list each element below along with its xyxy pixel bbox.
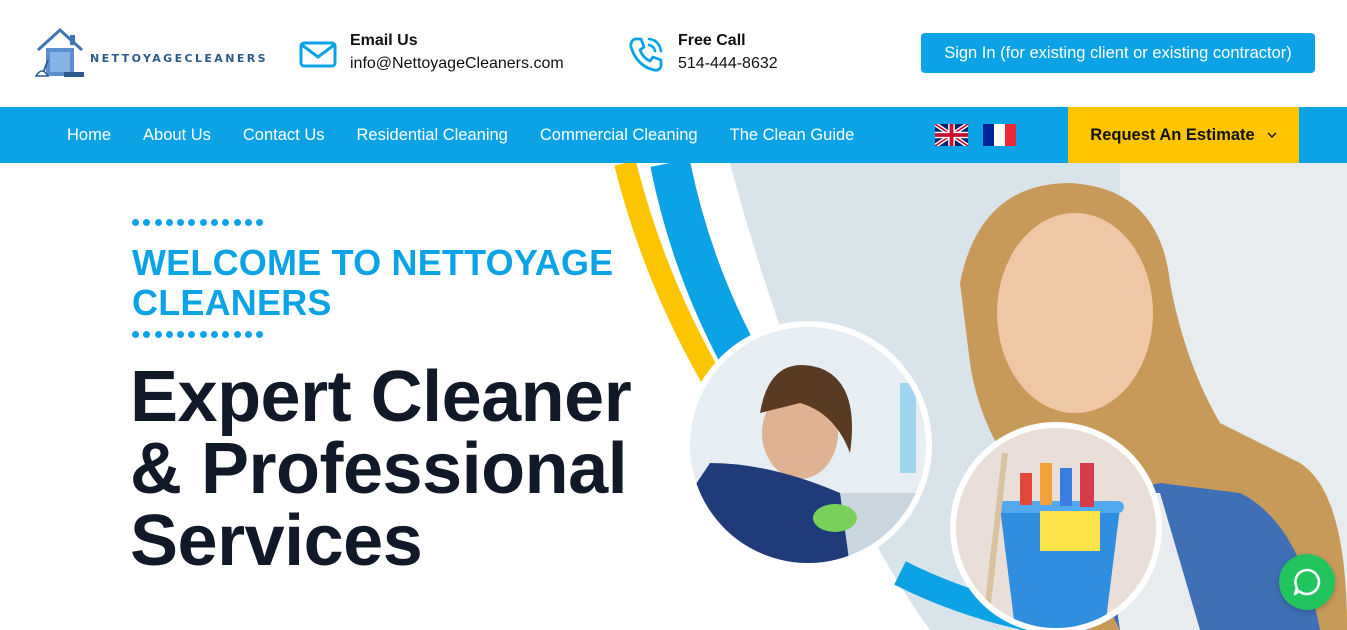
site-logo[interactable]: NETTOYAGECLEANERS [34, 25, 266, 81]
nav-item-clean-guide[interactable]: The Clean Guide [730, 126, 855, 145]
call-title: Free Call [678, 32, 746, 49]
whatsapp-chat-button[interactable] [1279, 554, 1335, 610]
hero-headline: Expert Cleaner & Professional Services [130, 357, 632, 581]
english-flag-icon[interactable] [935, 124, 968, 146]
logo-text: NETTOYAGECLEANERS [90, 51, 268, 65]
whatsapp-icon [1293, 568, 1321, 596]
french-flag-icon[interactable] [983, 124, 1016, 146]
nav-item-contact-us[interactable]: Contact Us [243, 126, 325, 145]
email-address[interactable]: info@NettoyageCleaners.com [350, 52, 564, 76]
nav-item-about-us[interactable]: About Us [143, 126, 211, 145]
nav-item-home[interactable]: Home [67, 126, 111, 145]
request-estimate-button[interactable]: Request An Estimate [1068, 107, 1299, 163]
request-estimate-label: Request An Estimate [1090, 125, 1255, 144]
contact-email[interactable]: Email Us info@NettoyageCleaners.com [298, 30, 564, 76]
hero-illustration [614, 163, 1347, 630]
phone-icon [629, 37, 663, 72]
decorative-dots [132, 219, 268, 226]
nav-menu: Home About Us Contact Us Residential Cle… [67, 107, 886, 163]
phone-number[interactable]: 514-444-8632 [678, 52, 778, 76]
nav-item-residential-cleaning[interactable]: Residential Cleaning [357, 126, 508, 145]
contact-call[interactable]: Free Call 514-444-8632 [626, 30, 778, 76]
envelope-icon [299, 41, 337, 68]
chevron-down-icon [1267, 132, 1277, 138]
hero-section: WELCOME TO NETTOYAGE CLEANERS Expert Cle… [0, 163, 1347, 630]
hero-welcome-heading: WELCOME TO NETTOYAGE CLEANERS [132, 242, 614, 323]
house-broom-logo-icon [34, 27, 84, 77]
email-title: Email Us [350, 32, 418, 49]
decorative-dots [132, 331, 268, 338]
nav-item-commercial-cleaning[interactable]: Commercial Cleaning [540, 126, 698, 145]
top-header: NETTOYAGECLEANERS Email Us info@Nettoyag… [0, 0, 1347, 107]
sign-in-button[interactable]: Sign In (for existing client or existing… [921, 33, 1315, 73]
